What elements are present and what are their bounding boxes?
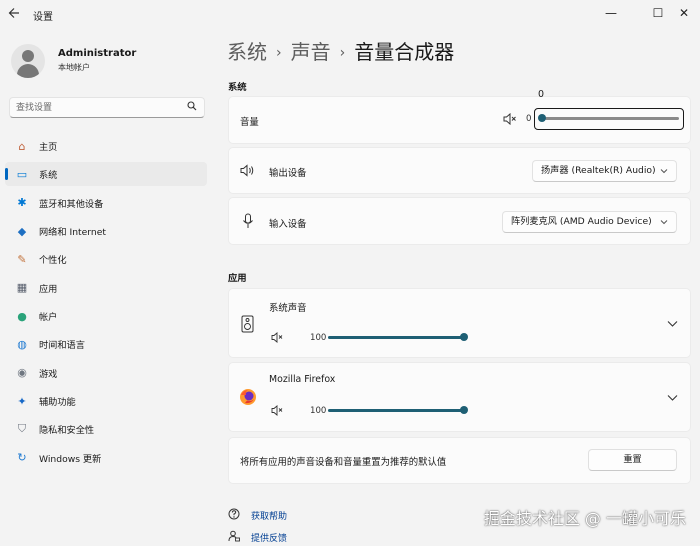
globe-icon: ◍ [17,337,27,351]
account-icon: ● [17,309,27,323]
output-device-dropdown[interactable]: 扬声器 (Realtek(R) Audio) [532,160,677,182]
app-card-system-sounds[interactable] [228,288,691,358]
breadcrumb-system[interactable]: 系统 [227,40,267,64]
volume-value: 0 [526,114,532,124]
sidebar-item-label: 蓝牙和其他设备 [39,198,104,210]
volume-tooltip: 0 [538,89,545,100]
reset-button[interactable]: 重置 [588,449,677,471]
speaker-muted-icon[interactable] [271,405,284,419]
back-arrow-icon[interactable] [8,7,22,21]
sidebar-item-label: 个性化 [39,255,67,267]
reset-description: 将所有应用的声音设备和音量重置为推荐的默认值 [240,457,447,468]
sidebar-item-label: 帐户 [39,312,58,324]
app-volume-track [328,336,465,339]
sidebar-item[interactable]: ◆ 网络和 Internet [5,219,207,243]
volume-slider-track [545,117,679,120]
apps-icon: ▦ [16,281,28,295]
sidebar-nav: ⌂ 主页 ▭ 系统 ✱ 蓝牙和其他设备 ◆ 网络和 Internet ✎ 个性化 ▦ 应用 ● 帐户 ◍ 时间… [5,134,207,474]
microphone-icon [242,213,254,232]
sidebar-item[interactable]: ⌂ 主页 [5,134,207,158]
sidebar-item[interactable]: ⛉ 隐私和安全性 [5,417,207,441]
page-title: 音量合成器 [354,40,455,64]
system-sounds-icon [241,315,254,336]
input-device-dropdown[interactable]: 阵列麦克风 (AMD Audio Device) [502,211,677,233]
window-title: 设置 [33,12,53,23]
sidebar-item[interactable]: ▭ 系统 [5,162,207,187]
title-bar: 设置 — ☐ ✕ [0,0,700,28]
volume-label: 音量 [240,117,259,128]
user-name: Administrator [58,48,137,59]
volume-slider[interactable] [534,108,684,130]
volume-slider-thumb[interactable] [538,114,546,122]
firefox-icon [239,388,257,406]
windows-update-icon: ↻ [17,451,27,465]
app-volume-thumb[interactable] [460,406,468,414]
app-card-firefox[interactable] [228,362,691,432]
breadcrumb-sound[interactable]: 声音 [291,40,331,64]
account-type: 本地帐户 [58,63,90,72]
sidebar-item[interactable]: ● 帐户 [5,304,207,328]
app-volume-slider[interactable] [328,333,468,341]
speaker-muted-icon[interactable] [271,332,284,346]
breadcrumb: 系统 › 声音 › 音量合成器 [227,36,454,65]
wifi-icon: ◆ [17,224,27,238]
close-button[interactable]: ✕ [669,2,699,24]
input-device-label: 输入设备 [269,219,307,230]
sidebar-item[interactable]: ↻ Windows 更新 [5,446,207,470]
app-volume-thumb[interactable] [460,333,468,341]
breadcrumb-separator: › [339,45,346,61]
input-device-value: 阵列麦克风 (AMD Audio Device) [511,216,652,227]
sidebar-item-label: 隐私和安全性 [39,425,95,437]
sidebar-item-label: 网络和 Internet [39,227,106,239]
sidebar-item-label: 游戏 [39,368,58,380]
get-help-link[interactable]: 获取帮助 [251,509,287,522]
sidebar-item[interactable]: ✦ 辅助功能 [5,389,207,413]
app-volume-track [328,409,465,412]
sidebar-item-label: Windows 更新 [39,453,102,465]
output-device-label: 输出设备 [269,168,307,179]
chevron-down-icon[interactable] [667,392,678,405]
section-title-system: 系统 [228,82,247,93]
sidebar-item[interactable]: ◉ 游戏 [5,361,207,385]
breadcrumb-separator: › [276,45,282,61]
brush-icon: ✎ [17,252,27,266]
home-icon: ⌂ [18,139,26,153]
search-input[interactable] [10,98,176,117]
sidebar-item-label: 应用 [39,283,58,295]
chevron-down-icon[interactable] [667,318,678,331]
avatar[interactable] [11,44,45,78]
app-volume-value: 100 [310,333,327,343]
sidebar-item-label: 系统 [39,170,58,182]
accessibility-icon: ✦ [17,394,27,408]
section-title-apps: 应用 [228,273,247,284]
sidebar-item-label: 辅助功能 [39,397,76,409]
sidebar-item-label: 时间和语言 [39,340,85,352]
gamepad-icon: ◉ [17,366,27,380]
bluetooth-icon: ✱ [17,196,27,210]
output-device-value: 扬声器 (Realtek(R) Audio) [541,165,656,176]
app-volume-value: 100 [310,406,327,416]
chevron-down-icon [660,212,668,240]
search-box [9,97,205,118]
search-icon[interactable] [187,101,197,114]
sidebar-item[interactable]: ✎ 个性化 [5,247,207,271]
app-name: 系统声音 [269,303,307,314]
feedback-icon [228,530,240,545]
sidebar-item-label: 主页 [39,142,58,153]
sidebar-item[interactable]: ✱ 蓝牙和其他设备 [5,191,207,215]
give-feedback-link[interactable]: 提供反馈 [251,531,287,544]
selection-indicator [5,168,8,181]
system-icon: ▭ [16,167,28,181]
minimize-button[interactable]: — [596,2,626,24]
sidebar-item[interactable]: ▦ 应用 [5,276,207,300]
speaker-muted-icon[interactable] [503,112,517,128]
app-volume-slider[interactable] [328,406,468,414]
chevron-down-icon [660,161,668,189]
app-name: Mozilla Firefox [269,374,336,385]
sidebar-item[interactable]: ◍ 时间和语言 [5,332,207,356]
help-icon [228,508,240,523]
speaker-icon [240,164,256,180]
watermark: 掘金技术社区 @ 一罐小可乐 [483,509,686,528]
shield-icon: ⛉ [17,422,27,436]
